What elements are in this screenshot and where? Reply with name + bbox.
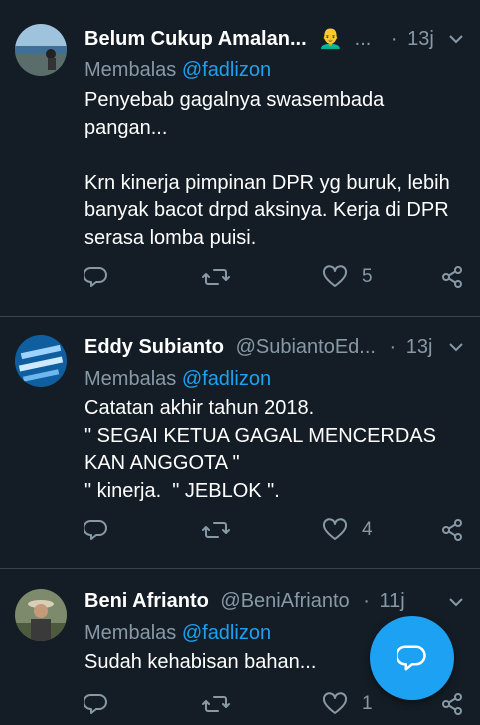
reply-context: Membalas @fadlizon (84, 364, 271, 394)
retweet-button[interactable] (202, 689, 230, 719)
dot-separator: · (363, 590, 370, 612)
reply-mention-link[interactable]: @fadlizon (182, 59, 271, 81)
tweet-actions: 4 (84, 515, 480, 545)
reply-button[interactable] (84, 515, 108, 545)
tweet-actions: 5 (84, 262, 480, 292)
reply-label: Membalas (84, 59, 177, 81)
timestamp[interactable]: 11j (379, 590, 404, 612)
heart-icon (322, 518, 348, 540)
retweet-icon (202, 522, 230, 538)
retweet-button[interactable] (202, 515, 230, 545)
tweet-divider (0, 316, 480, 317)
retweet-icon (202, 696, 230, 712)
like-button[interactable]: 4 (322, 515, 373, 545)
heart-icon (322, 265, 348, 287)
chevron-down-icon[interactable] (448, 594, 464, 610)
dot-separator: · (389, 336, 397, 358)
handle[interactable]: @BeniAfrianto (220, 590, 349, 612)
tweet-text: Catatan akhir tahun 2018. " SEGAI KETUA … (84, 397, 437, 502)
like-button[interactable]: 5 (322, 262, 373, 292)
reply-icon (84, 520, 107, 540)
profile-emoji: 👨‍🦲 (318, 28, 344, 50)
like-count: 5 (362, 266, 373, 287)
reply-icon (84, 694, 107, 714)
reply-icon (84, 267, 107, 287)
chevron-down-icon[interactable] (448, 339, 464, 355)
share-button[interactable] (440, 515, 464, 545)
share-button[interactable] (440, 262, 464, 292)
dot-separator: · (390, 28, 398, 50)
reply-mention-link[interactable]: @fadlizon (182, 368, 271, 390)
reply-context: Membalas @fadlizon (84, 618, 271, 648)
reply-mention-link[interactable]: @fadlizon (182, 622, 271, 644)
tweet-header: Belum Cukup Amalan... 👨‍🦲 ... · 13j (84, 24, 434, 54)
share-icon (442, 266, 462, 288)
like-button[interactable]: 1 (322, 689, 373, 719)
avatar[interactable] (15, 589, 67, 641)
retweet-icon (202, 269, 230, 285)
like-count: 4 (362, 519, 373, 540)
display-name[interactable]: Belum Cukup Amalan... (84, 28, 307, 50)
avatar[interactable] (15, 24, 67, 76)
handle[interactable]: ... (355, 28, 372, 50)
tweet-header: Beni Afrianto @BeniAfrianto · 11j (84, 586, 405, 616)
handle[interactable]: @SubiantoEd... (236, 336, 376, 358)
avatar[interactable] (15, 335, 67, 387)
share-icon (442, 519, 462, 541)
timestamp[interactable]: 13j (407, 28, 434, 50)
reply-context: Membalas @fadlizon (84, 55, 271, 85)
tweet-divider (0, 568, 480, 569)
retweet-button[interactable] (202, 262, 230, 292)
display-name[interactable]: Beni Afrianto (84, 590, 209, 612)
timestamp[interactable]: 13j (406, 336, 433, 358)
reply-label: Membalas (84, 368, 177, 390)
share-button[interactable] (440, 689, 464, 719)
share-icon (442, 693, 462, 715)
heart-icon (322, 692, 348, 714)
chevron-down-icon[interactable] (448, 31, 464, 47)
tweet-header: Eddy Subianto @SubiantoEd... · 13j (84, 332, 432, 362)
display-name[interactable]: Eddy Subianto (84, 336, 224, 358)
reply-label: Membalas (84, 622, 177, 644)
like-count: 1 (362, 693, 373, 714)
compose-reply-button[interactable] (370, 616, 454, 700)
compose-reply-icon (397, 645, 426, 671)
reply-button[interactable] (84, 689, 108, 719)
reply-button[interactable] (84, 262, 108, 292)
tweet-text: Penyebab gagalnya swasembada pangan... K… (84, 89, 450, 249)
